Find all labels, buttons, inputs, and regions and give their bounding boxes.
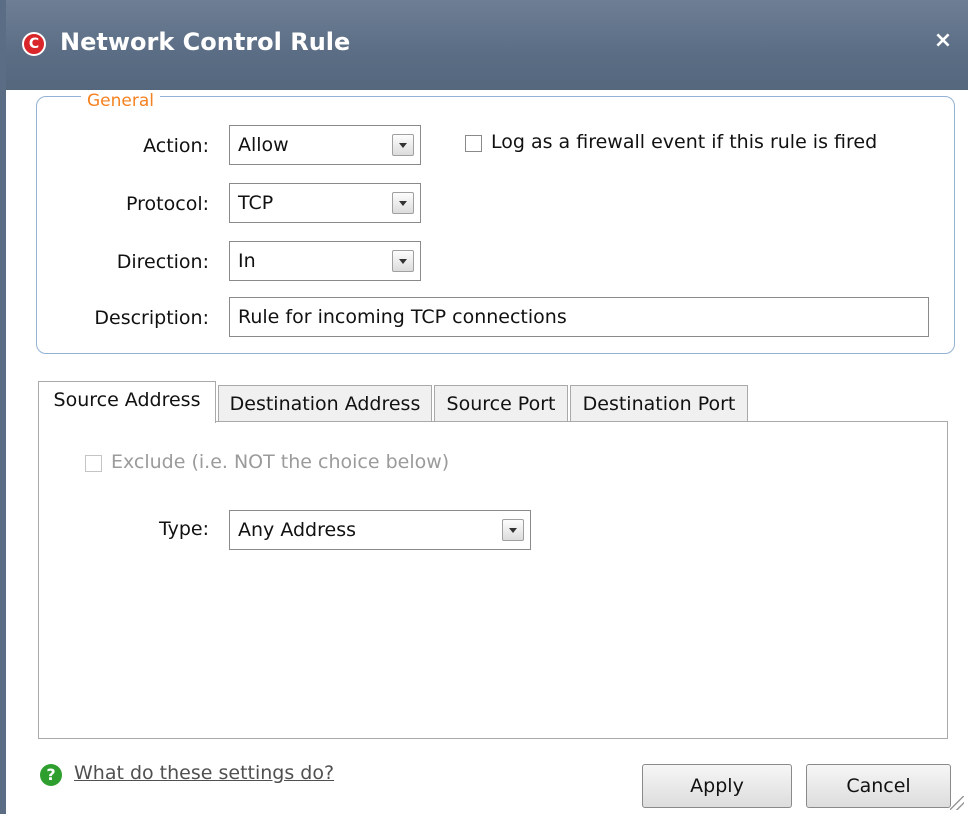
close-button[interactable]: × <box>930 28 956 56</box>
title-bar[interactable]: C Network Control Rule × <box>0 0 968 90</box>
description-input[interactable]: Rule for incoming TCP connections <box>229 297 929 337</box>
cancel-button[interactable]: Cancel <box>806 764 951 808</box>
address-type-select[interactable]: Any Address <box>229 510 531 550</box>
chevron-down-icon[interactable] <box>392 192 414 214</box>
network-control-rule-window: C Network Control Rule × General Action:… <box>0 0 968 814</box>
dialog-content: General Action: Allow Log as a firewall … <box>6 90 968 814</box>
description-label: Description: <box>94 307 209 329</box>
chevron-down-icon[interactable] <box>502 519 524 541</box>
general-legend: General <box>81 91 160 111</box>
exclude-checkbox[interactable] <box>85 455 102 472</box>
general-group: General Action: Allow Log as a firewall … <box>36 91 955 354</box>
direction-label: Direction: <box>116 251 209 273</box>
apply-button[interactable]: Apply <box>642 764 792 808</box>
protocol-select[interactable]: TCP <box>229 183 421 223</box>
protocol-select-value: TCP <box>238 192 274 214</box>
exclude-label: Exclude (i.e. NOT the choice below) <box>111 451 450 473</box>
log-firewall-checkbox[interactable] <box>465 135 482 152</box>
tab-source-port[interactable]: Source Port <box>434 385 568 423</box>
log-firewall-label[interactable]: Log as a firewall event if this rule is … <box>491 131 877 153</box>
tab-destination-port[interactable]: Destination Port <box>570 385 748 423</box>
source-address-panel: Exclude (i.e. NOT the choice below) Type… <box>38 421 948 739</box>
action-select[interactable]: Allow <box>229 125 421 165</box>
address-type-value: Any Address <box>238 519 356 541</box>
chevron-down-icon[interactable] <box>392 134 414 156</box>
tab-destination-address[interactable]: Destination Address <box>218 385 432 423</box>
window-title: Network Control Rule <box>60 28 351 56</box>
tab-source-address[interactable]: Source Address <box>38 381 216 423</box>
protocol-label: Protocol: <box>126 193 209 215</box>
action-select-value: Allow <box>238 134 289 156</box>
help-link[interactable]: What do these settings do? <box>74 762 334 784</box>
comodo-logo-icon: C <box>22 32 46 56</box>
resize-grip-icon[interactable] <box>950 796 964 810</box>
action-label: Action: <box>143 135 209 157</box>
type-label: Type: <box>158 518 209 540</box>
direction-select[interactable]: In <box>229 241 421 281</box>
chevron-down-icon[interactable] <box>392 250 414 272</box>
direction-select-value: In <box>238 250 256 272</box>
help-icon: ? <box>40 764 62 786</box>
